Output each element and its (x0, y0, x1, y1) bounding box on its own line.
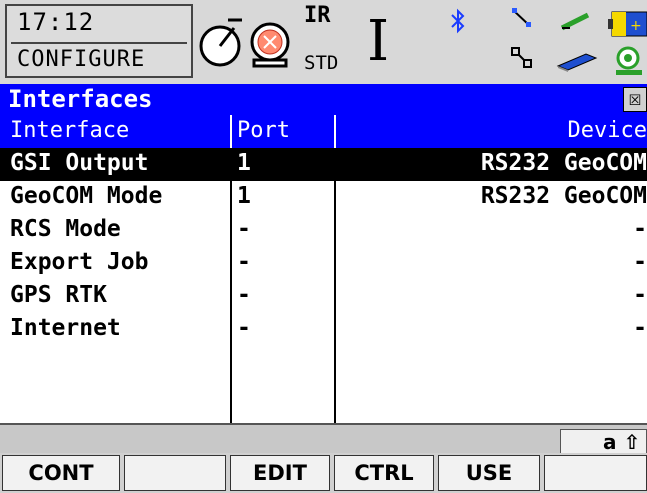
interfaces-table: Interface Port Device GSI Output 1 RS232… (0, 115, 647, 423)
port-cell: - (237, 282, 251, 308)
time-mode-panel: 17:12 CONFIGURE (5, 4, 193, 78)
header-port[interactable]: Port (237, 118, 290, 143)
table-row[interactable]: GPS RTK - - (0, 280, 647, 313)
port-cell: - (237, 249, 251, 275)
header-divider (334, 115, 336, 148)
f3-edit-button[interactable]: EDIT (230, 455, 330, 491)
column-divider (230, 148, 232, 423)
f5-use-button[interactable]: USE (438, 455, 540, 491)
table-row[interactable]: GeoCOM Mode 1 RS232 GeoCOM (0, 181, 647, 214)
svg-text:+: + (630, 18, 642, 34)
table-header: Interface Port Device (0, 115, 647, 148)
clock: 17:12 (17, 8, 95, 36)
interface-cell: GeoCOM Mode (10, 183, 163, 209)
function-key-bar: CONT EDIT CTRL USE (0, 453, 647, 493)
network-icon[interactable] (510, 46, 534, 70)
device-cell: - (633, 249, 647, 275)
page-title: Interfaces (8, 85, 153, 113)
interface-cell: GSI Output (10, 150, 149, 176)
device-cell: - (633, 315, 647, 341)
memory-card-icon[interactable] (556, 50, 598, 72)
device-cell: RS232 GeoCOM (480, 183, 647, 209)
measure-icon[interactable] (558, 10, 594, 34)
header-interface[interactable]: Interface (10, 118, 129, 143)
device-cell: RS232 GeoCOM (480, 150, 647, 176)
prism-icon[interactable] (248, 18, 298, 76)
std-label: STD (304, 52, 339, 74)
header-device[interactable]: Device (568, 118, 647, 143)
table-row[interactable]: GSI Output 1 RS232 GeoCOM (0, 148, 647, 181)
port-cell: - (237, 315, 251, 341)
bluetooth-icon[interactable] (449, 8, 467, 34)
compass-icon[interactable] (198, 12, 244, 72)
port-cell: 1 (237, 183, 251, 209)
mode-label: CONFIGURE (17, 47, 146, 72)
table-row[interactable]: Internet - - (0, 313, 647, 346)
radio-link-icon[interactable] (510, 6, 534, 30)
table-row[interactable]: RCS Mode - - (0, 214, 647, 247)
info-strip: a ⇧ (0, 423, 647, 455)
ir-label: IR (304, 3, 331, 28)
port-cell: - (237, 216, 251, 242)
f4-ctrl-button[interactable]: CTRL (334, 455, 434, 491)
interface-cell: Internet (10, 315, 121, 341)
device-cell: - (633, 282, 647, 308)
divider (11, 42, 187, 44)
battery-icon: + (608, 11, 647, 37)
f6-button[interactable] (544, 455, 647, 491)
interface-cell: RCS Mode (10, 216, 121, 242)
interface-cell: GPS RTK (10, 282, 107, 308)
table-row[interactable]: Export Job - - (0, 247, 647, 280)
internal-memory-icon[interactable] (614, 44, 647, 76)
port-cell: 1 (237, 150, 251, 176)
device-cell: - (633, 216, 647, 242)
status-bar: 17:12 CONFIGURE IR STD I + (0, 0, 647, 86)
close-button[interactable]: ☒ (623, 87, 647, 112)
f2-button[interactable] (124, 455, 226, 491)
header-divider (230, 115, 232, 148)
input-mode-indicator: a ⇧ (560, 429, 647, 455)
f1-cont-button[interactable]: CONT (2, 455, 120, 491)
column-divider (334, 148, 336, 423)
cursor-icon: I (367, 9, 390, 74)
interface-cell: Export Job (10, 249, 149, 275)
title-bar: Interfaces ☒ (0, 84, 647, 115)
